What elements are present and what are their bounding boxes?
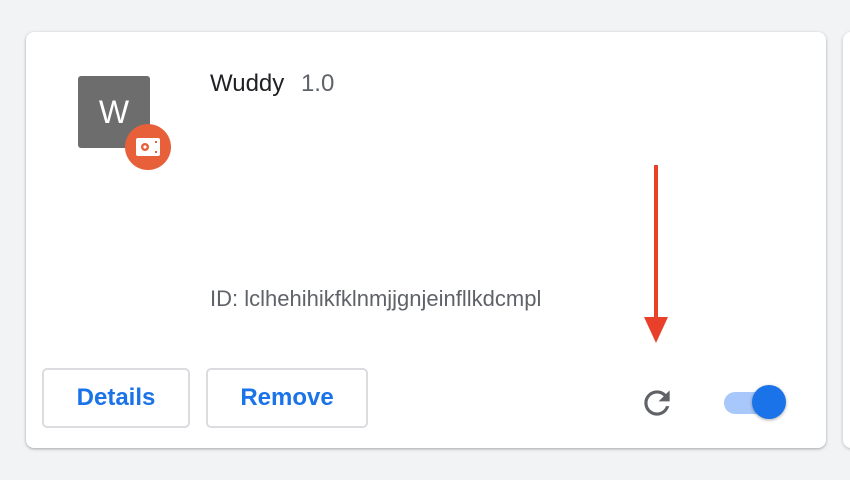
- extension-name: Wuddy: [210, 70, 285, 97]
- extension-id: ID: lclhehihikfklnmjjgnjeinfllkdcmpl: [210, 286, 542, 311]
- extension-card: W Wuddy 1.0 ID: lclhehihikfklnmjjgnjeinf…: [26, 32, 826, 448]
- extension-icon-letter: W: [98, 93, 130, 130]
- extension-title: Wuddy 1.0: [210, 68, 334, 100]
- extension-version: 1.0: [300, 70, 335, 97]
- next-card-edge: [843, 32, 850, 448]
- details-button[interactable]: Details: [42, 368, 190, 428]
- annotation-arrow: [644, 165, 668, 343]
- enable-toggle[interactable]: [724, 385, 788, 421]
- toggle-knob: [752, 385, 786, 419]
- remove-button[interactable]: Remove: [206, 368, 368, 428]
- reload-icon[interactable]: [638, 384, 676, 422]
- policy-badge-icon: [125, 124, 171, 170]
